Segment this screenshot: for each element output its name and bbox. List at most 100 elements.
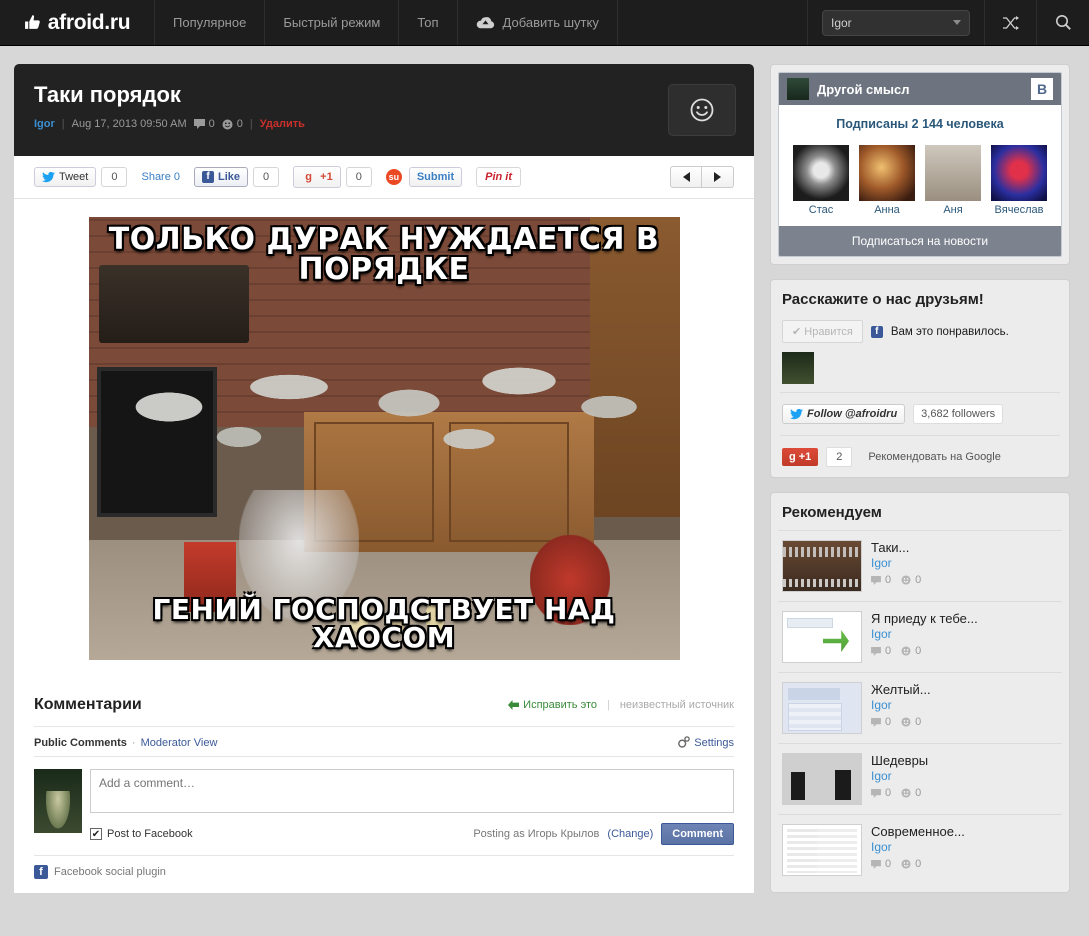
thumbnail xyxy=(782,824,862,876)
facebook-comment-tabs: Public Comments · Moderator View Setting… xyxy=(34,736,734,757)
logo-text: afroid.ru xyxy=(47,10,131,34)
list-item-author[interactable]: Igor xyxy=(871,769,1058,783)
tab-public-comments[interactable]: Public Comments xyxy=(34,737,127,749)
comment-submit-button[interactable]: Comment xyxy=(661,823,734,845)
previous-post-button[interactable] xyxy=(670,166,702,188)
social-panel-title: Расскажите о нас друзьям! xyxy=(782,291,984,308)
facebook-like-button[interactable]: ✔ Нравится xyxy=(782,320,863,343)
pinterest-button[interactable]: Pin it xyxy=(476,167,521,187)
divider-2 xyxy=(780,435,1060,436)
vk-subscriber[interactable]: Стас xyxy=(793,145,849,216)
vk-subscriber[interactable]: Анна xyxy=(859,145,915,216)
nav-item-popular[interactable]: Популярное xyxy=(155,0,266,45)
avatar xyxy=(991,145,1047,201)
list-item[interactable]: Шедевры Igor 0 0 xyxy=(778,743,1062,814)
list-item[interactable]: Я приеду к тебе... Igor 0 0 xyxy=(778,601,1062,672)
comment-bubble-icon xyxy=(871,575,881,585)
list-item[interactable]: Современное... Igor 0 0 xyxy=(778,814,1062,885)
vk-group-title[interactable]: Другой смысл xyxy=(817,82,1023,97)
thumbnail xyxy=(782,753,862,805)
tweet-button[interactable]: Tweet xyxy=(34,167,97,187)
list-item-author[interactable]: Igor xyxy=(871,627,1058,641)
comments-settings-button[interactable]: Settings xyxy=(677,736,734,749)
list-item-title: Желтый... xyxy=(871,682,931,697)
vk-subscriber[interactable]: Вячеслав xyxy=(991,145,1047,216)
meme-image[interactable]: ТОЛЬКО ДУРАК НУЖДАЕТСЯ В ПОРЯДКЕ ГЕНИЙ Г… xyxy=(88,217,680,660)
upload-cloud-icon xyxy=(476,17,494,29)
comment-bubble-icon xyxy=(871,646,881,656)
facebook-like-button[interactable]: f Like xyxy=(194,167,249,187)
next-post-button[interactable] xyxy=(702,166,734,188)
vk-subscriber-name: Аня xyxy=(943,204,963,216)
post-to-facebook-checkbox[interactable]: ✔ Post to Facebook xyxy=(90,828,193,840)
chevron-down-icon xyxy=(953,20,961,25)
google-plus-share: g +1 0 xyxy=(293,166,372,188)
list-item-author[interactable]: Igor xyxy=(871,556,1058,570)
vk-subscriber[interactable]: Аня xyxy=(925,145,981,216)
list-item-title: Современное... xyxy=(871,824,965,839)
google-plus-icon: g xyxy=(305,171,313,183)
meme-bottom-text: ГЕНИЙ ГОСПОДСТВУЕТ НАД ХАОСОМ xyxy=(152,593,616,654)
list-item-meta: Шедевры Igor 0 0 xyxy=(871,753,1058,805)
recommended-panel: Рекомендуем Таки... Igor 0 0 Я приеду к … xyxy=(770,492,1070,893)
random-post-button[interactable] xyxy=(985,0,1037,45)
smiley-count: 0 xyxy=(901,574,921,586)
post-author-link[interactable]: Igor xyxy=(34,118,55,130)
reaction-button[interactable] xyxy=(668,84,736,136)
liker-avatar xyxy=(782,352,814,384)
avatar xyxy=(859,145,915,201)
list-item-counts: 0 0 xyxy=(871,645,1058,657)
smiley-icon xyxy=(901,717,911,727)
divider xyxy=(780,392,1060,393)
facebook-tabs-left: Public Comments · Moderator View xyxy=(34,737,217,749)
thumbnail xyxy=(782,540,862,592)
change-user-link[interactable]: (Change) xyxy=(607,828,653,840)
google-plus-button[interactable]: g +1 xyxy=(782,448,819,466)
site-logo[interactable]: afroid.ru xyxy=(0,0,155,45)
comment-count-value: 0 xyxy=(885,574,892,586)
twitter-bird-icon xyxy=(42,171,55,182)
smiley-count: 0 xyxy=(901,858,921,870)
posting-as-label: Posting as Игорь Крылов xyxy=(473,828,600,840)
gear-icon xyxy=(678,736,690,748)
tab-moderator-view[interactable]: Moderator View xyxy=(141,737,218,749)
google-plus-label: +1 xyxy=(320,171,333,183)
fix-this-link[interactable]: Исправить это xyxy=(508,699,597,711)
smiley-count-value: 0 xyxy=(915,716,922,728)
comment-count-value: 0 xyxy=(885,858,892,870)
user-dropdown[interactable]: Igor xyxy=(822,9,970,36)
thumbs-up-icon xyxy=(24,15,40,29)
post-navigation xyxy=(670,166,734,188)
comment-count-value: 0 xyxy=(885,787,892,799)
smiley-count-value: 0 xyxy=(915,858,922,870)
vk-subscribe-button[interactable]: Подписаться на новости xyxy=(779,226,1061,256)
meta-divider: | xyxy=(61,118,65,130)
fix-this-label: Исправить это xyxy=(523,699,597,711)
list-item-author[interactable]: Igor xyxy=(871,840,1058,854)
twitter-follow-button[interactable]: Follow @afroidru xyxy=(782,404,906,424)
nav-item-top[interactable]: Топ xyxy=(399,0,458,45)
search-button[interactable] xyxy=(1037,0,1089,45)
nav-item-fast-mode[interactable]: Быстрый режим xyxy=(265,0,400,45)
list-item-meta: Таки... Igor 0 0 xyxy=(871,540,1058,592)
user-menu-cell: Igor xyxy=(808,0,985,45)
list-item[interactable]: Желтый... Igor 0 0 xyxy=(778,672,1062,743)
stumbleupon-submit-button[interactable]: Submit xyxy=(408,167,463,187)
list-item-author[interactable]: Igor xyxy=(871,698,1058,712)
twitter-follow-label: Follow @afroidru xyxy=(807,408,898,420)
google-plus-button[interactable]: g +1 xyxy=(293,166,341,188)
list-item[interactable]: Таки... Igor 0 0 xyxy=(778,530,1062,601)
comment-count-value: 0 xyxy=(885,716,892,728)
smiley-count-value: 0 xyxy=(915,645,922,657)
smiley-count: 0 xyxy=(901,716,921,728)
delete-post-link[interactable]: Удалить xyxy=(260,118,305,130)
recommended-title: Рекомендуем xyxy=(782,504,882,521)
comment-bubble-icon xyxy=(193,119,205,129)
google-plus-count: 0 xyxy=(345,167,372,187)
meme-top-text: ТОЛЬКО ДУРАК НУЖДАЕТСЯ В ПОРЯДКЕ xyxy=(108,222,660,287)
comment-input[interactable] xyxy=(90,769,734,813)
share-count-link[interactable]: Share 0 xyxy=(141,171,180,183)
facebook-plugin-footer: f Facebook social plugin xyxy=(34,855,734,879)
nav-item-add-joke[interactable]: Добавить шутку xyxy=(458,0,618,45)
post-header: Таки порядок Igor | Aug 17, 2013 09:50 A… xyxy=(14,64,754,156)
